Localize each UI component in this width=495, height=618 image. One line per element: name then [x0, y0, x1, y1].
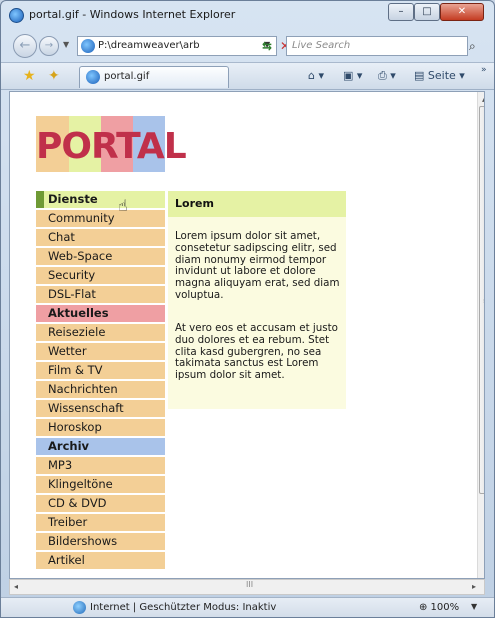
add-favorites-icon[interactable]: ✦	[48, 68, 60, 84]
menu-item-wissenschaft[interactable]: Wissenschaft	[36, 400, 165, 417]
page-icon	[81, 39, 95, 53]
menu-item-cd-dvd[interactable]: CD & DVD	[36, 495, 165, 512]
menu-item-community[interactable]: Community	[36, 210, 165, 227]
address-toolbar: ← → ▼ P:\dreamweaver\arb ▼ ⇆ ✕ Live Sear…	[1, 31, 494, 61]
address-text[interactable]: P:\dreamweaver\arb	[98, 40, 238, 51]
status-bar: Internet | Geschützter Modus: Inaktiv ⊕ …	[1, 597, 494, 617]
search-placeholder: Live Search	[292, 40, 351, 51]
horizontal-scroll-grip-icon[interactable]: III	[246, 580, 253, 589]
feeds-button[interactable]: ▣ ▾	[343, 69, 362, 82]
menu-item-security[interactable]: Security	[36, 267, 165, 284]
menu-item-reiseziele[interactable]: Reiseziele	[36, 324, 165, 341]
refresh-icon[interactable]: ⇆	[259, 38, 275, 54]
menu-item-wetter[interactable]: Wetter	[36, 343, 165, 360]
print-button[interactable]: ⎙ ▾	[378, 69, 396, 83]
tab-toolbar: ★ ✦ portal.gif ⌂ ▾ ▣ ▾ ⎙ ▾ ▤ Seite ▾ »	[1, 62, 494, 90]
menu-heading-archiv[interactable]: Archiv	[36, 438, 165, 455]
content-header: Lorem	[168, 191, 346, 217]
favorites-star-icon[interactable]: ★	[23, 68, 36, 84]
menu-item-mp3[interactable]: MP3	[36, 457, 165, 474]
globe-icon	[73, 601, 86, 614]
scroll-right-icon[interactable]: ▸	[472, 582, 476, 591]
menu-item-horoskop[interactable]: Horoskop	[36, 419, 165, 436]
vertical-scroll-thumb[interactable]: ≡	[479, 106, 484, 494]
browser-window: portal.gif - Windows Internet Explorer –…	[0, 0, 495, 618]
tab-title: portal.gif	[104, 71, 150, 82]
more-commands-icon[interactable]: »	[481, 65, 487, 75]
logo-text: PORTAL	[36, 126, 187, 167]
horizontal-scrollbar[interactable]: ◂ III ▸	[9, 579, 485, 595]
menu-item-chat[interactable]: Chat	[36, 229, 165, 246]
address-field[interactable]: P:\dreamweaver\arb ▼	[77, 36, 277, 56]
menu-item-web-space[interactable]: Web-Space	[36, 248, 165, 265]
menu-item-nachrichten[interactable]: Nachrichten	[36, 381, 165, 398]
scroll-left-icon[interactable]: ◂	[14, 582, 18, 591]
content-paragraph-1: Lorem ipsum dolor sit amet, consetetur s…	[175, 230, 340, 301]
menu-heading-dienste[interactable]: Dienste	[36, 191, 165, 208]
scroll-up-icon[interactable]: ▲	[482, 95, 484, 103]
security-zone-text[interactable]: Internet | Geschützter Modus: Inaktiv	[90, 602, 276, 613]
history-dropdown-icon[interactable]: ▼	[63, 40, 69, 49]
content-box: Lorem Lorem ipsum dolor sit amet, conset…	[168, 191, 346, 409]
menu-item-dsl-flat[interactable]: DSL-Flat	[36, 286, 165, 303]
search-icon[interactable]: ⌕	[469, 39, 476, 54]
portal-logo: PORTAL	[36, 116, 187, 172]
zoom-level[interactable]: ⊕ 100%	[419, 602, 459, 613]
close-button[interactable]: ✕	[440, 3, 484, 21]
content-paragraph-2: At vero eos et accusam et justo duo dolo…	[175, 322, 338, 382]
menu-item-bildershows[interactable]: Bildershows	[36, 533, 165, 550]
menu-heading-aktuelles[interactable]: Aktuelles	[36, 305, 165, 322]
tab-portal[interactable]: portal.gif	[79, 66, 229, 88]
zoom-dropdown-icon[interactable]: ▼	[471, 602, 477, 611]
minimize-button[interactable]: –	[388, 3, 414, 21]
vertical-scrollbar[interactable]: ▲ ≡	[477, 92, 484, 578]
menu-item-treiber[interactable]: Treiber	[36, 514, 165, 531]
window-title: portal.gif - Windows Internet Explorer	[29, 8, 236, 21]
maximize-button[interactable]: □	[414, 3, 440, 21]
menu-item-artikel[interactable]: Artikel	[36, 552, 165, 569]
tab-page-icon	[86, 70, 100, 84]
forward-button[interactable]: →	[39, 36, 59, 56]
content-title: Lorem	[175, 197, 214, 210]
page-menu-button[interactable]: ▤ Seite ▾	[414, 69, 465, 82]
home-button[interactable]: ⌂ ▾	[308, 69, 324, 82]
page-viewport: PORTAL Dienste Community Chat Web-Space Secu…	[9, 91, 485, 579]
ie-logo-icon	[9, 8, 24, 23]
menu-item-film-tv[interactable]: Film & TV	[36, 362, 165, 379]
menu-item-klingelt-ne[interactable]: Klingeltöne	[36, 476, 165, 493]
hand-cursor-icon: ☝	[118, 196, 128, 215]
nav-menu: Dienste Community Chat Web-Space Security DSL…	[36, 191, 165, 571]
title-bar[interactable]: portal.gif - Windows Internet Explorer –…	[1, 1, 494, 29]
scroll-grip-icon: ≡	[483, 297, 484, 305]
search-input[interactable]: Live Search	[286, 36, 468, 56]
back-button[interactable]: ←	[13, 34, 37, 58]
